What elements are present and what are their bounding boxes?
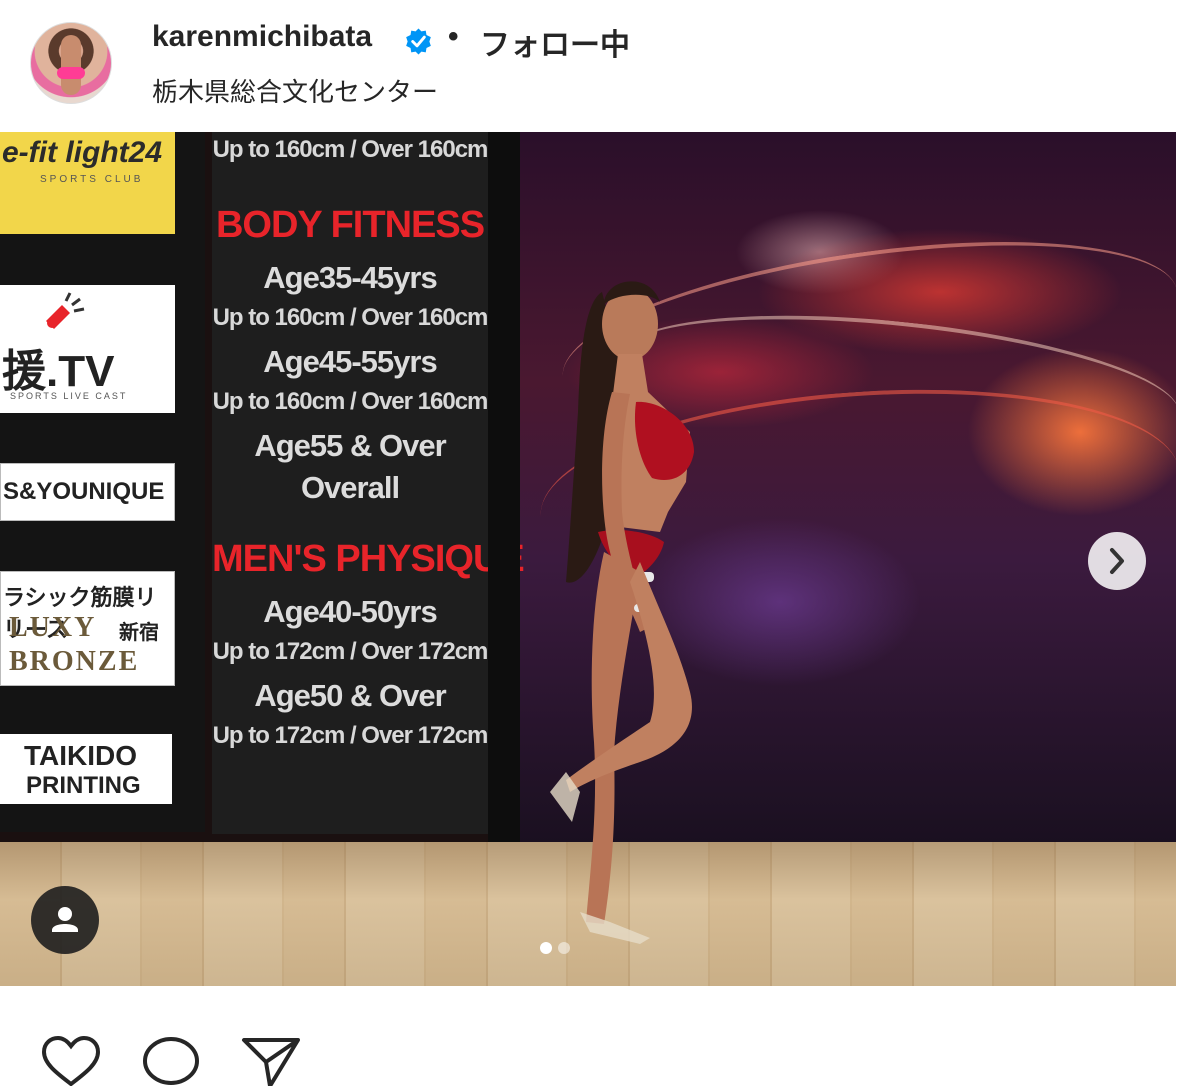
verified-badge-icon (406, 28, 431, 55)
post-actions (0, 986, 1198, 1086)
carousel-dot (558, 942, 570, 954)
carousel-indicator (540, 939, 576, 954)
username-link[interactable]: karenmichibata (152, 20, 372, 54)
location-link[interactable]: 栃木県総合文化センター (152, 72, 438, 109)
comment-icon[interactable] (140, 1036, 202, 1086)
user-tags-button[interactable] (31, 886, 99, 954)
chevron-right-icon (1110, 548, 1124, 574)
profile-avatar[interactable] (30, 22, 112, 104)
carousel-dot-active (540, 942, 552, 954)
post-header: karenmichibata • フォロー中 栃木県総合文化センター (0, 0, 1198, 132)
avatar-figure (61, 35, 81, 95)
following-button[interactable]: フォロー中 (480, 20, 630, 64)
header-separator: • (448, 20, 459, 53)
post-media[interactable]: e-fit light24 SPORTS CLUB 援.TV SPORTS LI… (0, 132, 1176, 986)
heart-icon[interactable] (40, 1036, 102, 1086)
carousel-next-button[interactable] (1088, 532, 1146, 590)
user-tag-icon (52, 907, 78, 932)
competitor-figure (550, 281, 694, 944)
share-icon[interactable] (240, 1036, 302, 1086)
avatar-bikini (57, 67, 85, 79)
